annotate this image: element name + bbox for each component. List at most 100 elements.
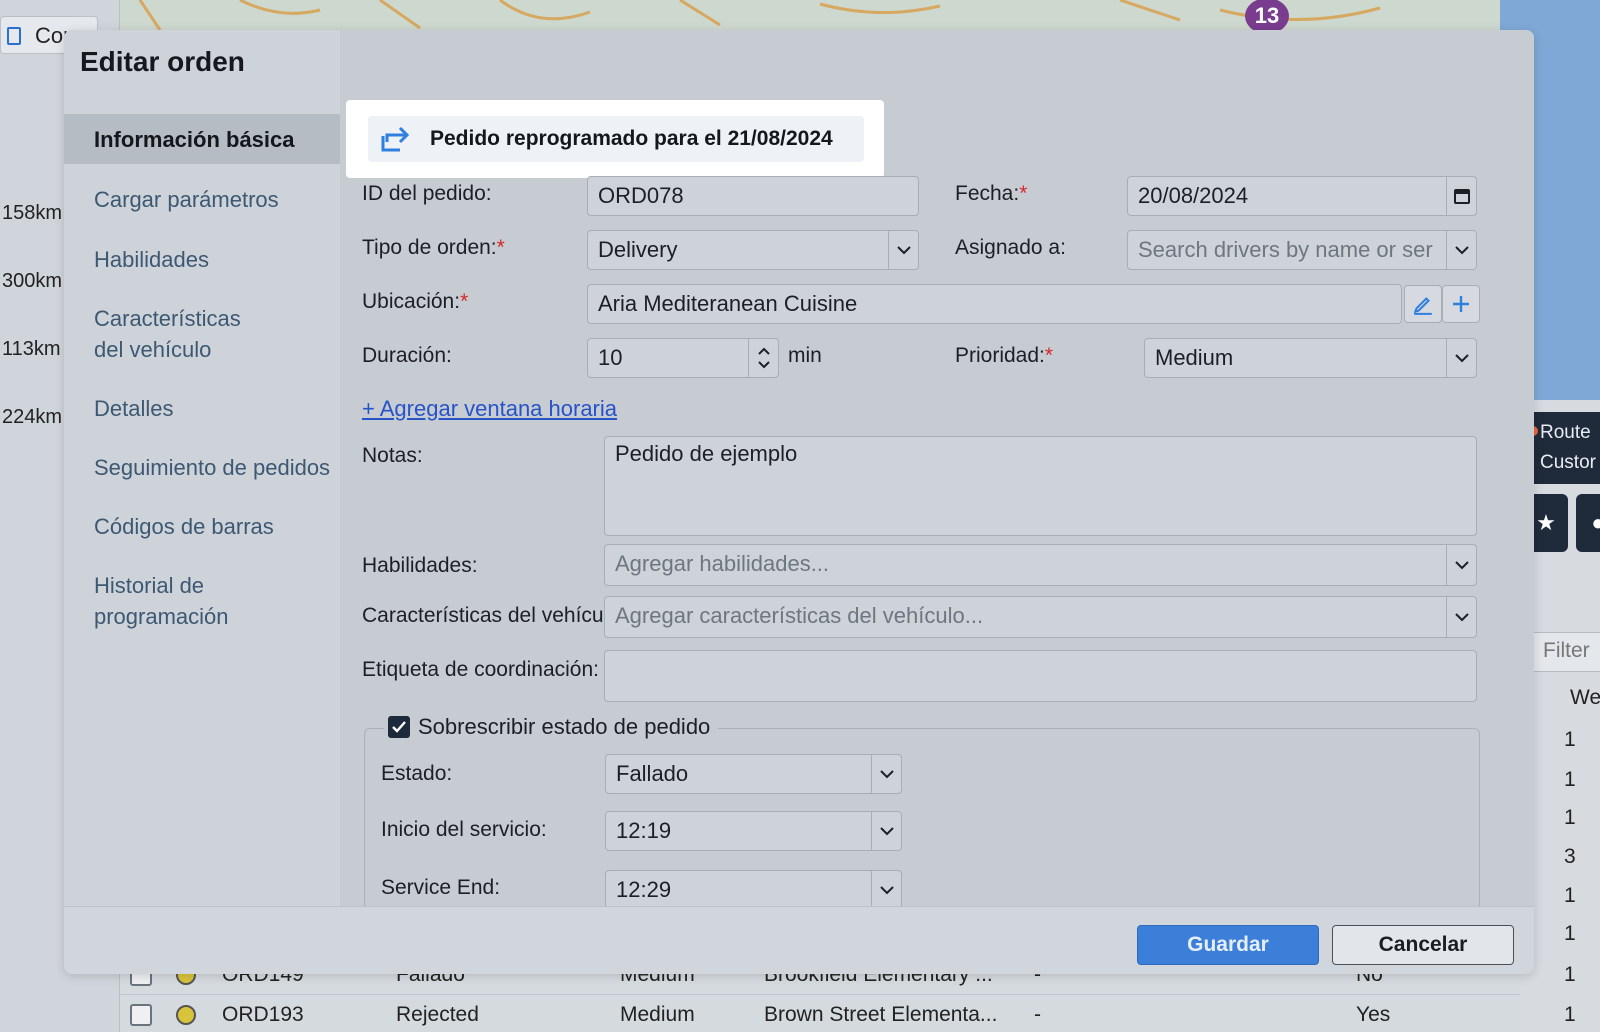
date-field[interactable]: 20/08/2024 xyxy=(1127,176,1477,216)
dialog-footer: Guardar Cancelar xyxy=(64,906,1534,974)
nav-item-barcodes[interactable]: Códigos de barras xyxy=(64,511,340,542)
duration-stepper[interactable]: 10 xyxy=(587,338,779,378)
date-label: Fecha:* xyxy=(955,182,1027,206)
dialog-sidebar: Editar orden Información básica Cargar p… xyxy=(64,30,340,906)
nav-item-label: del vehículo xyxy=(94,337,212,362)
order-location: Brown Street Elementa... xyxy=(764,1003,998,1026)
route-card[interactable]: Route Custor xyxy=(1524,412,1600,484)
reschedule-banner-text: Pedido reprogramado para el 21/08/2024 xyxy=(430,127,833,150)
nav-item-details[interactable]: Detalles xyxy=(64,393,340,424)
stepper-arrows-icon[interactable] xyxy=(748,339,778,377)
calendar-icon[interactable] xyxy=(1446,177,1476,215)
order-id-field[interactable]: ORD078 xyxy=(587,176,919,216)
skills-placeholder: Agregar habilidades... xyxy=(615,551,830,576)
status-value: Fallado xyxy=(616,761,689,786)
date-label-text: Fecha: xyxy=(955,182,1020,205)
cancel-button[interactable]: Cancelar xyxy=(1332,925,1514,965)
coordination-tag-label: Etiqueta de coordinación: xyxy=(362,658,599,681)
chevron-down-icon[interactable] xyxy=(1446,231,1476,269)
copy-icon xyxy=(7,27,21,45)
nav-item-load-params[interactable]: Cargar parámetros xyxy=(64,184,340,215)
service-start-label: Inicio del servicio: xyxy=(381,818,547,841)
add-location-button[interactable] xyxy=(1442,285,1480,323)
order-id: ORD193 xyxy=(222,1003,304,1026)
nav-item-basic-info[interactable]: Información básica xyxy=(64,114,340,164)
nav-item-scheduling-history[interactable]: Historial de programación xyxy=(64,570,340,632)
chevron-down-icon[interactable] xyxy=(1446,597,1476,637)
location-label: Ubicación:* xyxy=(362,290,468,314)
notes-textarea[interactable]: Pedido de ejemplo xyxy=(604,436,1477,536)
assigned-driver-select[interactable]: Search drivers by name or ser xyxy=(1127,230,1477,270)
service-end-value: 12:29 xyxy=(616,877,672,902)
order-count: 1 xyxy=(1564,963,1576,986)
order-id-label: ID del pedido: xyxy=(362,182,492,205)
distance-label: 300km xyxy=(2,270,63,292)
override-status-label: Sobrescribir estado de pedido xyxy=(418,714,711,739)
table-cell: 3 xyxy=(1564,845,1576,868)
save-button[interactable]: Guardar xyxy=(1137,925,1319,965)
checkmark-icon xyxy=(392,721,406,733)
plus-icon xyxy=(1453,296,1469,312)
override-status-legend[interactable]: Sobrescribir estado de pedido xyxy=(384,714,719,740)
location-field[interactable]: Aria Mediteranean Cuisine xyxy=(587,284,1402,324)
service-start-select[interactable]: 12:19 xyxy=(605,811,902,851)
required-marker: * xyxy=(1019,182,1028,205)
assigned-placeholder: Search drivers by name or ser xyxy=(1138,237,1433,262)
priority-label: Prioridad:* xyxy=(955,344,1053,368)
priority-select[interactable]: Medium xyxy=(1144,338,1477,378)
reschedule-banner: Pedido reprogramado para el 21/08/2024 xyxy=(346,100,884,178)
service-end-select[interactable]: 12:29 xyxy=(605,870,902,910)
edit-location-button[interactable] xyxy=(1404,285,1442,323)
row-checkbox[interactable] xyxy=(130,1004,152,1026)
table-row[interactable]: ORD193 Rejected Medium Brown Street Elem… xyxy=(120,994,1576,1032)
override-status-checkbox[interactable] xyxy=(388,716,410,738)
service-start-value: 12:19 xyxy=(616,818,672,843)
duration-value: 10 xyxy=(598,345,623,370)
filter-input[interactable]: Filter xyxy=(1530,632,1600,672)
location-label-text: Ubicación: xyxy=(362,290,461,313)
edit-order-dialog: Editar orden Información básica Cargar p… xyxy=(64,30,1534,974)
vehicle-features-select[interactable]: Agregar características del vehículo... xyxy=(604,596,1477,638)
route-card-line: Custor xyxy=(1540,452,1596,473)
nav-item-order-tracking[interactable]: Seguimiento de pedidos xyxy=(64,452,340,483)
chevron-down-icon[interactable] xyxy=(1446,545,1476,585)
coordination-tag-field[interactable] xyxy=(604,650,1477,702)
notes-label: Notas: xyxy=(362,444,423,467)
order-dash: - xyxy=(1034,1003,1041,1026)
chevron-down-icon[interactable] xyxy=(888,231,918,269)
skills-label: Habilidades: xyxy=(362,554,478,577)
column-header[interactable]: We xyxy=(1570,686,1600,710)
status-select[interactable]: Fallado xyxy=(605,754,902,794)
order-status: Rejected xyxy=(396,1003,479,1026)
nav-item-skills[interactable]: Habilidades xyxy=(64,244,340,275)
nav-item-label: Características xyxy=(94,306,241,331)
chevron-down-icon[interactable] xyxy=(871,812,901,850)
status-label: Estado: xyxy=(381,762,453,785)
order-flag: Yes xyxy=(1356,1003,1391,1026)
priority-value: Medium xyxy=(1155,345,1234,370)
vehicle-features-placeholder: Agregar características del vehículo... xyxy=(615,603,984,628)
route-card-line: Route xyxy=(1540,422,1591,443)
table-cell: 1 xyxy=(1564,728,1576,751)
order-priority: Medium xyxy=(620,1003,695,1026)
duration-label: Duración: xyxy=(362,344,452,367)
add-time-window-link[interactable]: + Agregar ventana horaria xyxy=(362,396,617,422)
distance-label: 224km xyxy=(2,406,63,428)
reschedule-banner-inner: Pedido reprogramado para el 21/08/2024 xyxy=(368,116,864,162)
reschedule-arrow-icon xyxy=(381,126,410,152)
status-dot xyxy=(176,1005,196,1025)
table-cell: 1 xyxy=(1564,768,1576,791)
comment-icon[interactable]: ● xyxy=(1576,494,1600,552)
nav-item-vehicle-features[interactable]: Características del vehículo xyxy=(64,303,340,365)
order-type-select[interactable]: Delivery xyxy=(587,230,919,270)
pencil-icon xyxy=(1413,297,1432,315)
chevron-down-icon[interactable] xyxy=(1446,339,1476,377)
distance-label: 113km xyxy=(2,338,61,360)
chevron-down-icon[interactable] xyxy=(871,871,901,909)
priority-label-text: Prioridad: xyxy=(955,344,1045,367)
skills-select[interactable]: Agregar habilidades... xyxy=(604,544,1477,586)
table-cell: 1 xyxy=(1564,884,1576,907)
vehicle-features-label: Características del vehículo: xyxy=(362,604,626,627)
chevron-down-icon[interactable] xyxy=(871,755,901,793)
order-type-label-text: Tipo de orden: xyxy=(362,236,497,259)
